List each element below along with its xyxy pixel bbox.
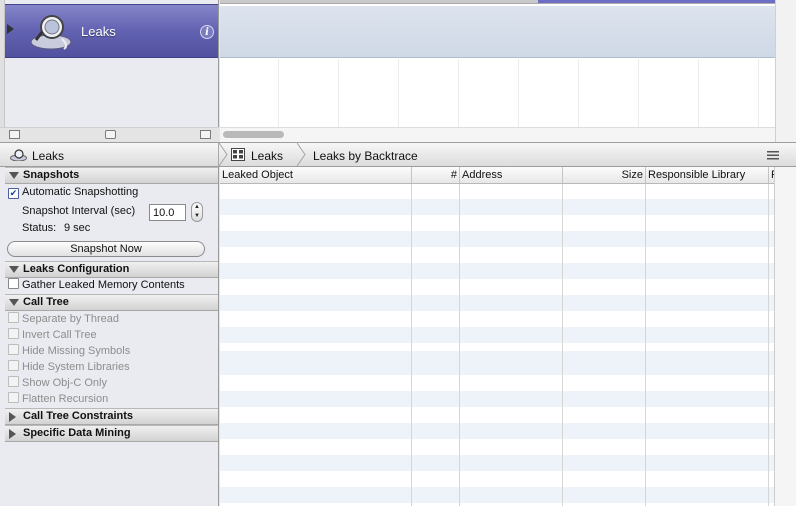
checkbox-label: Separate by Thread [22,313,120,325]
table-vertical-scrollbar[interactable] [774,167,796,506]
flatten-recursion-checkbox[interactable]: Flatten Recursion [8,392,108,407]
checkbox-box [8,360,19,371]
section-header-call-tree-constraints[interactable]: Call Tree Constraints [5,408,218,425]
section-title: Snapshots [23,169,80,181]
checkbox-label: Show Obj-C Only [22,377,107,389]
breadcrumb-separator-icon [219,143,228,166]
checkbox-box [8,278,19,289]
show-objc-only-checkbox[interactable]: Show Obj-C Only [8,376,107,391]
info-button[interactable]: i [200,25,214,39]
column-header-size[interactable]: Size [563,167,646,183]
collapsed-triangle-icon [9,429,16,439]
checkbox-label: Hide Missing Symbols [22,345,131,357]
interval-stepper[interactable]: ▲ ▼ [191,202,203,222]
column-header-responsible-library[interactable]: Responsible Library [646,167,769,183]
expanded-triangle-icon [9,266,19,273]
table-row[interactable] [220,487,774,503]
invert-call-tree-checkbox[interactable]: Invert Call Tree [8,328,97,343]
breadcrumb-separator-icon [297,143,306,166]
column-header-address[interactable]: Address [460,167,563,183]
snapshot-interval-input[interactable]: 10.0 [149,204,186,221]
checkbox-box [8,392,19,403]
table-row[interactable] [220,199,774,215]
expanded-triangle-icon [9,172,19,179]
instrument-name: Leaks [81,24,116,39]
automatic-snapshotting-checkbox[interactable]: ✔ Automatic Snapshotting [8,185,138,200]
section-header-call-tree[interactable]: Call Tree [5,294,218,311]
checkbox-box [8,376,19,387]
table-row[interactable] [220,391,774,407]
checkbox-box [8,328,19,339]
hide-missing-symbols-checkbox[interactable]: Hide Missing Symbols [8,344,130,359]
leaks-small-icon [10,149,27,161]
section-title: Call Tree [23,296,69,308]
horizontal-scrollbar[interactable] [220,127,775,142]
column-header-count[interactable]: # [412,167,460,183]
section-title: Leaks Configuration [23,263,130,275]
breadcrumb-leaks-by-backtrace[interactable]: Leaks by Backtrace [313,149,418,163]
checkmark-icon: ✔ [8,188,19,199]
separate-by-thread-checkbox[interactable]: Separate by Thread [8,312,119,327]
vertical-scrollbar[interactable] [775,0,796,142]
checkbox-box [8,312,19,323]
checkbox-box [8,344,19,355]
checkbox-label: Invert Call Tree [22,329,97,341]
snapshot-now-button[interactable]: Snapshot Now [7,241,205,257]
menu-lines-icon[interactable] [767,151,779,160]
table-header: Leaked Object # Address Size Responsible… [220,167,774,184]
table-row[interactable] [220,423,774,439]
expanded-triangle-icon [9,299,19,306]
status-label: Status: [22,222,57,234]
collapsed-triangle-icon [9,412,16,422]
horizontal-scroll-thumb[interactable] [223,131,284,138]
section-header-snapshots[interactable]: Snapshots [5,167,218,184]
leaks-table[interactable]: Leaked Object # Address Size Responsible… [220,167,774,506]
table-row[interactable] [220,359,774,375]
disclosure-triangle-icon[interactable] [7,24,14,34]
table-view-icon[interactable] [231,148,245,161]
table-row[interactable] [220,295,774,311]
snapshot-interval-label: Snapshot Interval (sec) [22,205,136,217]
track-scale-icon[interactable] [105,130,116,139]
checkbox-label: Hide System Libraries [22,361,130,373]
table-row[interactable] [220,327,774,343]
section-header-leaks-configuration[interactable]: Leaks Configuration [5,261,218,278]
checkbox-label: Flatten Recursion [22,393,109,405]
graph-style-icon[interactable] [9,130,20,139]
track-display-icon[interactable] [200,130,211,139]
column-header-leaked-object[interactable]: Leaked Object [220,167,412,183]
section-header-specific-data-mining[interactable]: Specific Data Mining [5,425,218,442]
inspector-title: Leaks [32,149,65,163]
table-row[interactable] [220,231,774,247]
status-value: 9 sec [64,222,91,234]
table-row[interactable] [220,455,774,471]
hide-system-libraries-checkbox[interactable]: Hide System Libraries [8,360,130,375]
leaks-track[interactable] [220,6,775,58]
checkbox-label: Gather Leaked Memory Contents [22,279,185,291]
track-grid [220,59,775,127]
section-title: Specific Data Mining [23,427,131,439]
leaks-instrument-icon [30,15,72,50]
table-row[interactable] [220,263,774,279]
section-title: Call Tree Constraints [23,410,134,422]
breadcrumb-leaks[interactable]: Leaks [251,149,283,163]
gather-leaked-memory-checkbox[interactable]: Gather Leaked Memory Contents [8,278,185,293]
checkbox-label: Automatic Snapshotting [22,186,139,198]
timeline-range-indicator [538,0,775,3]
